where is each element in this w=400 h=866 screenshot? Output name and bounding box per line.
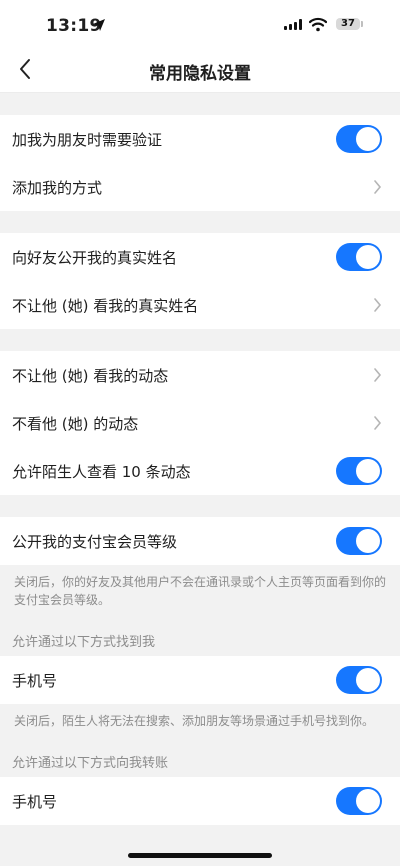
status-bar: 13:19 37 [0,0,400,48]
row-label: 不看他 (她) 的动态 [12,414,139,433]
find-by-phone-toggle[interactable] [336,666,382,694]
settings-group: 公开我的支付宝会员等级 [0,517,400,565]
section-gap [0,495,400,517]
row-hide-my-moments[interactable]: 不让他 (她) 看我的动态 [0,351,400,399]
chevron-right-icon [374,368,382,382]
transfer-by-phone-toggle[interactable] [336,787,382,815]
battery-tip [361,21,363,27]
toggle-knob [356,459,380,483]
section-gap [0,93,400,115]
settings-group: 向好友公开我的真实姓名 不让他 (她) 看我的真实姓名 [0,233,400,329]
row-stranger-moments[interactable]: 允许陌生人查看 10 条动态 [0,447,400,495]
row-show-real-name[interactable]: 向好友公开我的真实姓名 [0,233,400,281]
section-gap [0,211,400,233]
location-arrow-icon [93,19,105,31]
wifi-icon [309,17,327,32]
chevron-right-icon [374,298,382,312]
home-indicator [128,853,272,858]
battery-icon: 37 [336,18,360,30]
nav-bar: 常用隐私设置 [0,48,400,93]
phone-find-note: 关闭后，陌生人将无法在搜索、添加朋友等场景通过手机号找到你。 [0,704,400,740]
row-label: 允许陌生人查看 10 条动态 [12,462,191,481]
friend-verification-toggle[interactable] [336,125,382,153]
row-label: 向好友公开我的真实姓名 [12,248,178,267]
member-level-note: 关闭后，你的好友及其他用户不会在通讯录或个人主页等页面看到你的支付宝会员等级。 [0,565,400,619]
row-label: 手机号 [12,792,58,811]
row-label: 不让他 (她) 看我的动态 [12,366,169,385]
toggle-knob [356,529,380,553]
page-title: 常用隐私设置 [149,64,251,84]
row-member-level[interactable]: 公开我的支付宝会员等级 [0,517,400,565]
settings-group: 不让他 (她) 看我的动态 不看他 (她) 的动态 允许陌生人查看 10 条动态 [0,351,400,495]
toggle-knob [356,245,380,269]
settings-group: 加我为朋友时需要验证 添加我的方式 [0,115,400,211]
row-label: 公开我的支付宝会员等级 [12,532,178,551]
member-level-toggle[interactable] [336,527,382,555]
row-label: 加我为朋友时需要验证 [12,130,163,149]
toggle-knob [356,127,380,151]
section-gap [0,329,400,351]
row-label: 添加我的方式 [12,178,103,197]
row-friend-verification[interactable]: 加我为朋友时需要验证 [0,115,400,163]
row-label: 不让他 (她) 看我的真实姓名 [12,296,199,315]
transfer-header: 允许通过以下方式向我转账 [0,740,400,777]
row-hide-real-name[interactable]: 不让他 (她) 看我的真实姓名 [0,281,400,329]
row-hide-their-moments[interactable]: 不看他 (她) 的动态 [0,399,400,447]
toggle-knob [356,668,380,692]
row-transfer-by-phone[interactable]: 手机号 [0,777,400,825]
row-label: 手机号 [12,671,58,690]
settings-group: 手机号 [0,777,400,825]
chevron-right-icon [374,180,382,194]
cellular-signal-icon [284,19,302,30]
toggle-knob [356,789,380,813]
find-me-header: 允许通过以下方式找到我 [0,619,400,656]
settings-group: 手机号 [0,656,400,704]
chevron-right-icon [374,416,382,430]
row-add-methods[interactable]: 添加我的方式 [0,163,400,211]
show-real-name-toggle[interactable] [336,243,382,271]
row-find-by-phone[interactable]: 手机号 [0,656,400,704]
stranger-moments-toggle[interactable] [336,457,382,485]
